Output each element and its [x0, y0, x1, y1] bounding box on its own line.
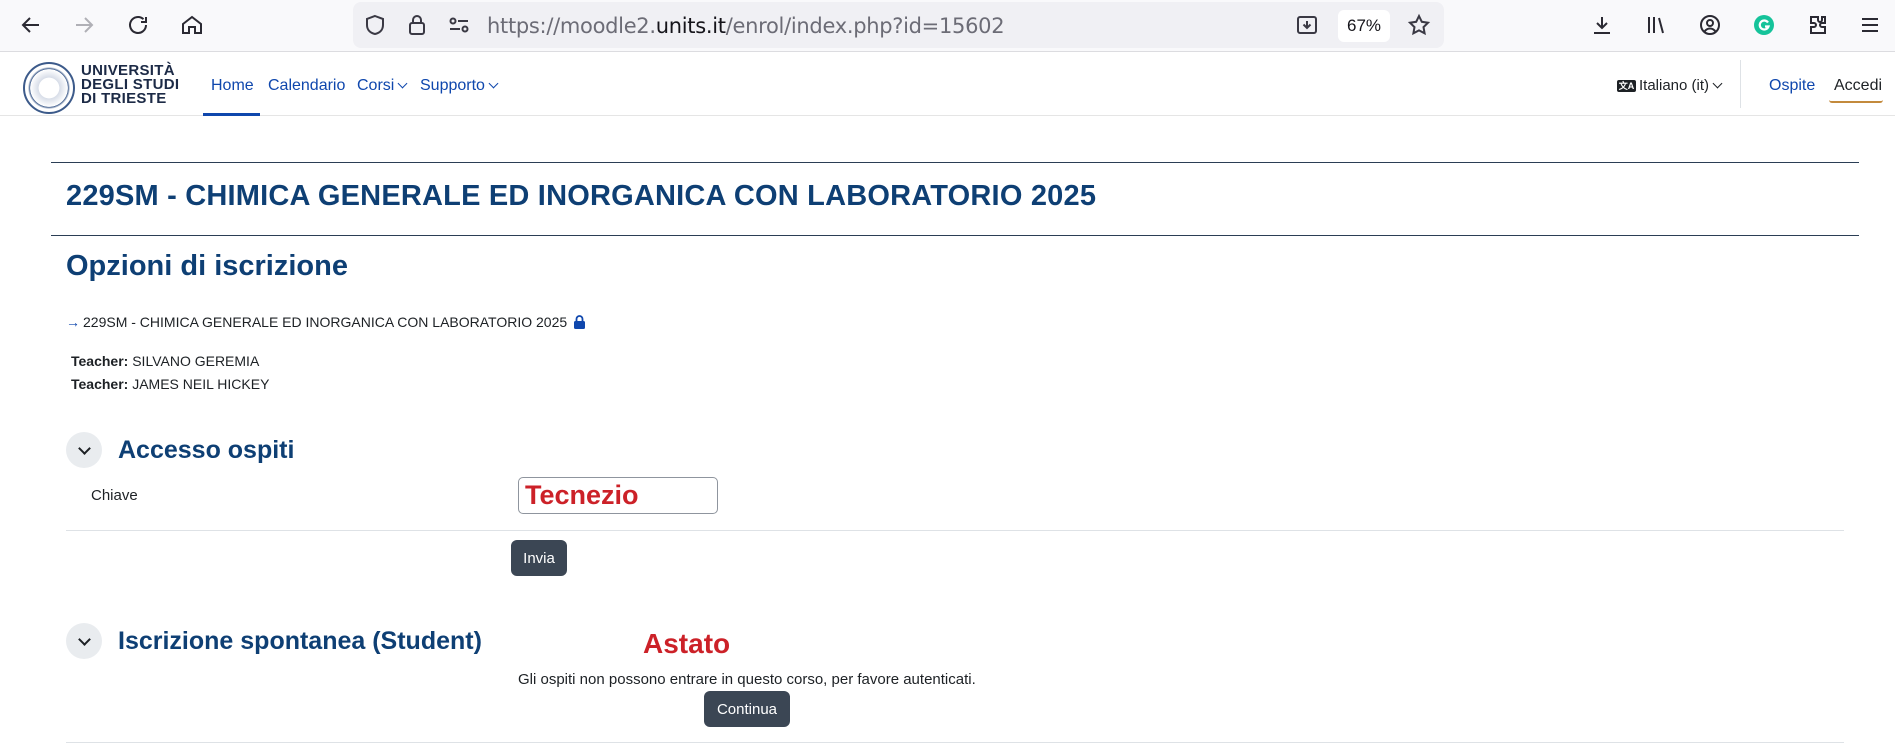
extensions-icon[interactable] [1800, 7, 1836, 43]
back-arrow-icon[interactable] [13, 7, 49, 43]
address-bar[interactable]: https://moodle2.units.it/enrol/index.php… [353, 2, 1444, 48]
chevron-down-icon [77, 632, 91, 646]
teacher-role: Teacher: [71, 376, 129, 392]
nav-courses-label: Corsi [357, 77, 395, 94]
title-top-rule [51, 162, 1859, 163]
forward-arrow-icon[interactable] [66, 7, 102, 43]
logo-line-3: DI TRIESTE [81, 90, 167, 107]
teacher-entry: Teacher: SILVANO GEREMIA [71, 353, 259, 369]
url-text[interactable]: https://moodle2.units.it/enrol/index.php… [487, 14, 1005, 38]
nav-support-dropdown[interactable]: Supporto [420, 77, 499, 95]
teacher-role: Teacher: [71, 353, 129, 369]
guest-access-title[interactable]: Accesso ospiti [118, 436, 294, 465]
form-divider [66, 742, 1844, 743]
login-underline [1829, 100, 1883, 103]
teacher-name[interactable]: JAMES NEIL HICKEY [132, 376, 269, 392]
reload-icon[interactable] [120, 7, 156, 43]
lock-icon [573, 315, 586, 332]
language-label: Italiano (it) [1639, 77, 1710, 94]
zoom-level[interactable]: 67% [1338, 10, 1390, 42]
save-page-icon[interactable] [1295, 13, 1319, 37]
language-icon: 文A [1617, 80, 1636, 93]
login-link[interactable]: Accedi [1834, 77, 1882, 95]
course-link[interactable]: → 229SM - CHIMICA GENERALE ED INORGANICA … [66, 314, 586, 332]
nav-support-label: Supporto [420, 77, 485, 94]
navbar-divider [1740, 60, 1741, 108]
nav-home[interactable]: Home [211, 77, 254, 95]
continue-button[interactable]: Continua [704, 691, 790, 727]
browser-toolbar: https://moodle2.units.it/enrol/index.php… [0, 0, 1895, 52]
arrow-right-icon: → [66, 314, 80, 330]
grammarly-icon[interactable] [1746, 7, 1782, 43]
teacher-entry: Teacher: JAMES NEIL HICKEY [71, 376, 269, 392]
lock-icon[interactable] [405, 13, 429, 37]
bookmark-star-icon[interactable] [1407, 13, 1431, 37]
key-label: Chiave [91, 487, 138, 504]
guest-key-input[interactable] [518, 477, 718, 514]
chevron-down-icon [77, 441, 91, 455]
guest-label: Ospite [1769, 77, 1816, 94]
enrol-options-heading: Opzioni di iscrizione [66, 250, 348, 282]
self-enrol-collapse-toggle[interactable] [66, 623, 102, 659]
downloads-icon[interactable] [1584, 7, 1620, 43]
nav-calendar[interactable]: Calendario [268, 77, 345, 95]
shield-icon[interactable] [363, 13, 387, 37]
guest-notice: Gli ospiti non possono entrare in questo… [518, 671, 976, 688]
course-link-label: 229SM - CHIMICA GENERALE ED INORGANICA C… [83, 314, 568, 330]
language-selector[interactable]: 文A Italiano (it) [1617, 77, 1723, 94]
title-bottom-rule [51, 235, 1859, 236]
nav-courses-dropdown[interactable]: Corsi [357, 77, 408, 95]
permissions-icon[interactable] [447, 13, 471, 37]
submit-button[interactable]: Invia [511, 540, 567, 576]
library-icon[interactable] [1638, 7, 1674, 43]
chevron-down-icon [397, 78, 408, 89]
menu-icon[interactable] [1852, 7, 1888, 43]
account-icon[interactable] [1692, 7, 1728, 43]
teacher-name[interactable]: SILVANO GEREMIA [132, 353, 259, 369]
university-seal-logo[interactable] [23, 62, 75, 114]
guest-access-collapse-toggle[interactable] [66, 432, 102, 468]
university-logo-text[interactable]: UNIVERSITÀ DEGLI STUDI DI TRIESTE [81, 63, 179, 107]
page-title: 229SM - CHIMICA GENERALE ED INORGANICA C… [66, 180, 1097, 212]
nav-active-indicator [203, 113, 260, 116]
form-divider [66, 530, 1844, 531]
handwritten-annotation: Astato [643, 628, 731, 659]
chevron-down-icon [1712, 78, 1723, 89]
chevron-down-icon [488, 78, 499, 89]
home-icon[interactable] [174, 7, 210, 43]
self-enrol-title[interactable]: Iscrizione spontanea (Student) [118, 627, 482, 656]
